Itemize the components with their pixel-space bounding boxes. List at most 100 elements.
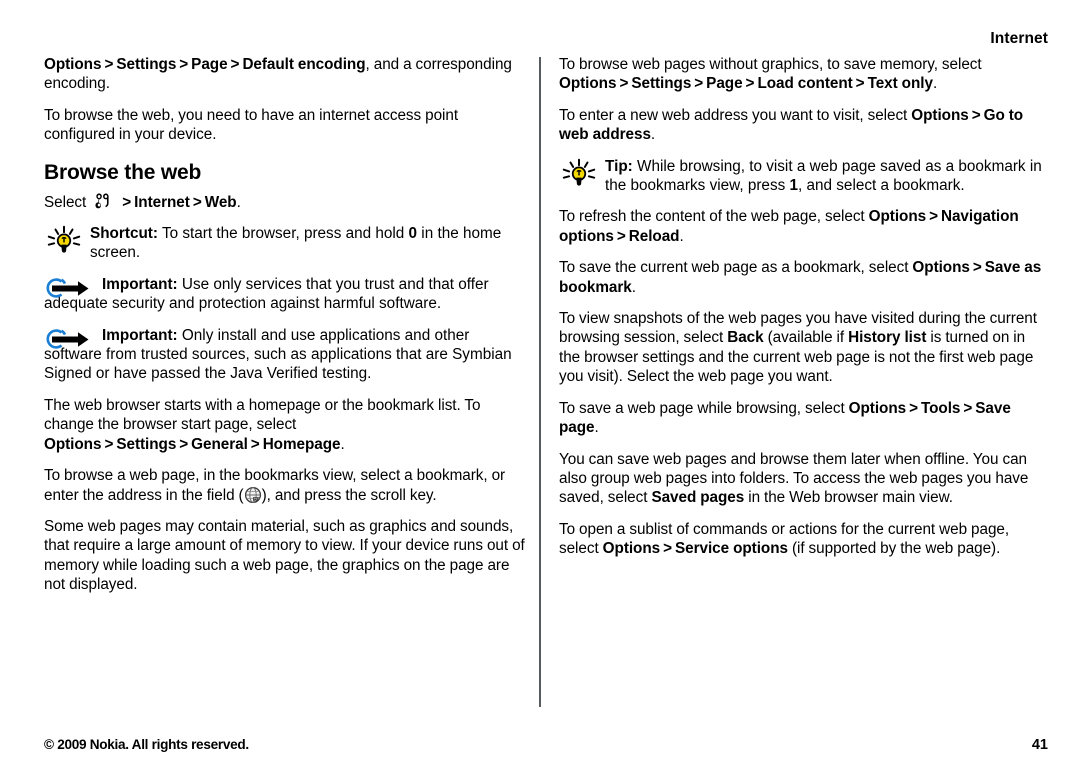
paragraph-mid: (available if (763, 329, 849, 347)
right-column: To browse web pages without graphics, to… (559, 55, 1046, 559)
tip-text: Tip: While browsing, to visit a web page… (605, 157, 1046, 196)
page-number: 41 (1031, 737, 1048, 753)
important-note-applications: Important: Only install and use applicat… (44, 326, 531, 384)
paragraph-tail: . (650, 126, 656, 144)
paragraph-tail: . (631, 278, 636, 296)
paragraph-tail: . (679, 227, 684, 245)
bold-options: Options (602, 540, 661, 558)
paragraph-tail: . (236, 193, 241, 211)
globe-icon (244, 486, 262, 504)
gt-separator: > (192, 193, 202, 211)
bold-load-content: Load content (757, 75, 853, 93)
tip-text-before: To start the browser, press and hold (157, 225, 409, 243)
bold-options: Options (912, 259, 970, 277)
paragraph-load-content-text-only: To browse web pages without graphics, to… (559, 55, 1046, 94)
tip-label: Shortcut: (90, 225, 158, 243)
bold-settings: Settings (116, 56, 177, 73)
tip-note-shortcut: Shortcut: To start the browser, press an… (44, 224, 531, 263)
paragraph-go-to-web-address: To enter a new web address you want to v… (559, 106, 1046, 145)
two-column-body: Options > Settings > Page > Default encoding, … (44, 55, 1046, 685)
gt-separator: > (963, 399, 973, 417)
paragraph-access-point: To browse the web, you need to have an i… (44, 106, 459, 144)
paragraph-tail: . (340, 435, 345, 453)
lightbulb-icon (44, 225, 84, 259)
important-arrow-icon (44, 326, 100, 352)
tip-text-after: , and select a bookmark. (798, 177, 965, 195)
gt-separator: > (619, 75, 629, 93)
bold-options: Options (44, 435, 102, 453)
tip-key: 0 (408, 225, 418, 243)
section-heading-browse-the-web: Browse the web (44, 160, 202, 184)
paragraph-lead: To save a web page while browsing, selec… (559, 399, 849, 417)
bold-saved-pages: Saved pages (651, 489, 745, 507)
gt-separator: > (230, 56, 240, 73)
bold-settings: Settings (631, 75, 692, 93)
bold-tools: Tools (920, 399, 961, 417)
important-label: Important: (102, 275, 178, 293)
paragraph-save-as-bookmark: To save the current web page as a bookma… (559, 258, 1046, 297)
gt-separator: > (179, 56, 189, 73)
paragraph-lead: To enter a new web address you want to v… (559, 106, 912, 124)
bold-page: Page (191, 56, 228, 73)
gt-separator: > (745, 75, 755, 93)
bold-default-encoding: Default encoding (242, 56, 366, 73)
important-text: Important: Use only services that you tr… (44, 275, 531, 314)
page-footer: © 2009 Nokia. All rights reserved. 41 (44, 737, 1048, 757)
gt-separator: > (250, 435, 260, 453)
gt-separator: > (972, 259, 982, 277)
lightbulb-icon (559, 158, 599, 192)
important-arrow-icon (44, 275, 100, 301)
copyright-notice: © 2009 Nokia. All rights reserved. (44, 737, 249, 752)
tip-key: 1 (789, 177, 799, 195)
gt-separator: > (104, 56, 114, 73)
bold-internet: Internet (134, 193, 190, 211)
paragraph-save-page: To save a web page while browsing, selec… (559, 399, 1046, 438)
bold-page: Page (706, 75, 743, 93)
bold-reload: Reload (628, 227, 680, 245)
bold-service-options: Service options (675, 540, 788, 558)
bold-options: Options (559, 75, 617, 93)
bold-options: Options (911, 106, 969, 124)
paragraph-bookmarks-view: To browse a web page, in the bookmarks v… (44, 466, 531, 505)
left-column: Options > Settings > Page > Default encoding, … (44, 55, 531, 595)
paragraph-tail: ), and press the scroll key. (261, 486, 437, 504)
important-label: Important: (102, 326, 178, 344)
bold-options: Options (868, 208, 927, 226)
paragraph-tail: . (932, 75, 938, 93)
nokia-menu-key-icon (93, 191, 112, 210)
bold-settings: Settings (116, 435, 177, 453)
paragraph-service-options: To open a sublist of commands or actions… (559, 520, 1046, 559)
bold-history-list: History list (848, 329, 927, 347)
gt-separator: > (616, 227, 626, 245)
bold-options: Options (848, 399, 907, 417)
gt-separator: > (909, 399, 918, 417)
gt-separator: > (929, 208, 938, 226)
paragraph-default-encoding: Options > Settings > Page > Default encoding, … (44, 55, 531, 94)
paragraph-reload: To refresh the content of the web page, … (559, 207, 1046, 246)
bold-general: General (191, 435, 248, 453)
gt-separator: > (104, 435, 114, 453)
paragraph-homepage-setting: The web browser starts with a homepage o… (44, 396, 531, 454)
bold-options: Options (44, 56, 102, 73)
gt-separator: > (179, 435, 189, 453)
paragraph-lead: To save the current web page as a bookma… (559, 259, 913, 277)
tip-note-bookmark-shortcut: Tip: While browsing, to visit a web page… (559, 157, 1046, 196)
paragraph-saved-pages: You can save web pages and browse them l… (559, 450, 1046, 508)
gt-separator: > (663, 540, 672, 558)
paragraph-history-snapshots: To view snapshots of the web pages you h… (559, 309, 1046, 387)
select-lead-text: Select (44, 193, 87, 211)
manual-page: Internet Options > Settings > Page > Default e… (0, 0, 1080, 779)
running-header-title: Internet (990, 30, 1048, 47)
bold-homepage: Homepage (262, 435, 341, 453)
paragraph-tail: . (594, 419, 599, 437)
tip-label: Tip: (605, 157, 633, 175)
bold-web: Web (204, 193, 237, 211)
tip-text: Shortcut: To start the browser, press an… (90, 224, 531, 263)
gt-separator: > (855, 75, 865, 93)
paragraph-select-path: Select > Internet > Web. (44, 191, 531, 212)
bold-text-only: Text only (867, 75, 933, 93)
paragraph-lead: To refresh the content of the web page, … (559, 208, 869, 226)
gt-separator: > (122, 193, 132, 211)
important-note-services: Important: Use only services that you tr… (44, 275, 531, 314)
paragraph-lead: To browse web pages without graphics, to… (559, 56, 982, 73)
